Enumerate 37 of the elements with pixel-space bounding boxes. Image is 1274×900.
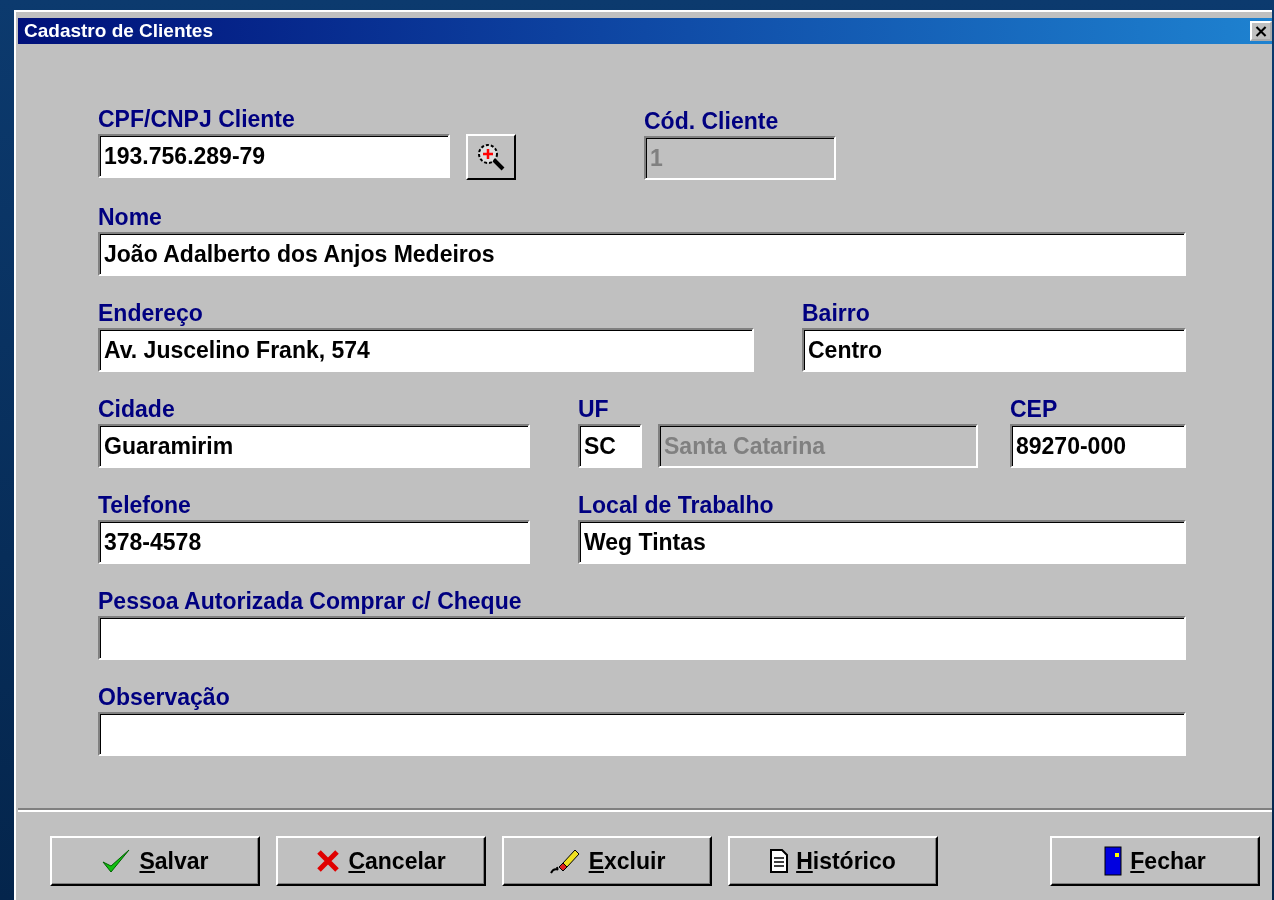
field-label: CEP xyxy=(1010,395,1059,424)
input-field[interactable]: 89270-000 xyxy=(1010,424,1186,468)
input-field[interactable]: Guaramirim xyxy=(98,424,530,468)
field-label: Observação xyxy=(98,683,231,712)
cancel-button[interactable]: Cancelar xyxy=(276,836,486,886)
field-label: Nome xyxy=(98,203,163,232)
field-label: Cidade xyxy=(98,395,176,424)
input-field[interactable]: 378-4578 xyxy=(98,520,530,564)
eraser-icon xyxy=(548,847,581,875)
field-label: Local de Trabalho xyxy=(578,491,775,520)
input-field[interactable]: SC xyxy=(578,424,642,468)
close-button[interactable]: Fechar xyxy=(1050,836,1260,886)
search-icon xyxy=(476,142,506,172)
input-field[interactable] xyxy=(98,712,1186,756)
field-label: Bairro xyxy=(802,299,871,328)
field-label: CPF/CNPJ Cliente xyxy=(98,105,296,134)
save-button[interactable]: Salvar xyxy=(50,836,260,886)
field-label: Pessoa Autorizada Comprar c/ Cheque xyxy=(98,587,523,616)
input-field[interactable]: Centro xyxy=(802,328,1186,372)
delete-button[interactable]: Excluir xyxy=(502,836,712,886)
input-field[interactable]: Weg Tintas xyxy=(578,520,1186,564)
window-title: Cadastro de Clientes xyxy=(24,20,213,42)
search-button[interactable] xyxy=(466,134,516,180)
check-icon xyxy=(101,848,132,874)
field-label: UF xyxy=(578,395,610,424)
x-icon xyxy=(316,849,341,873)
input-field[interactable]: 193.756.289-79 xyxy=(98,134,450,178)
field-label: Cód. Cliente xyxy=(644,107,780,136)
door-icon xyxy=(1104,846,1123,876)
close-button[interactable]: × xyxy=(1250,21,1272,41)
history-button[interactable]: Histórico xyxy=(728,836,938,886)
document-icon xyxy=(770,849,789,873)
input-field[interactable]: Av. Juscelino Frank, 574 xyxy=(98,328,754,372)
field-label: Endereço xyxy=(98,299,204,328)
field-label: Telefone xyxy=(98,491,192,520)
input-field[interactable]: João Adalberto dos Anjos Medeiros xyxy=(98,232,1186,276)
input-field[interactable] xyxy=(98,616,1186,660)
